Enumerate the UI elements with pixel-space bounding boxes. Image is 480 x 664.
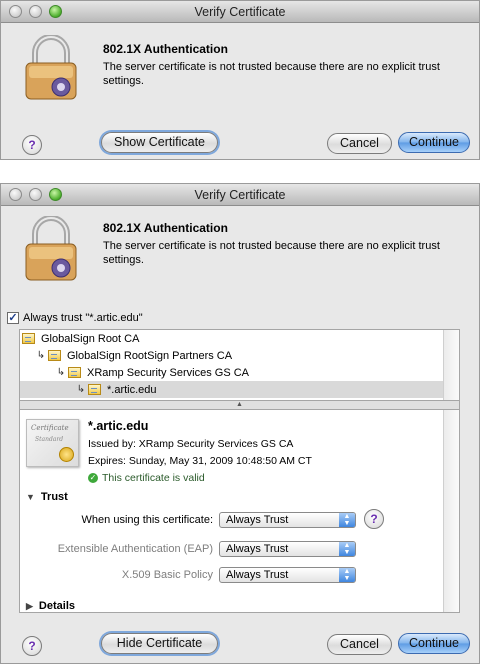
certificate-icon bbox=[68, 367, 81, 378]
certificate-detail-pane: Certificate Standard *.artic.edu Issued … bbox=[19, 409, 460, 613]
certificate-issuer: Issued by: XRamp Security Services GS CA bbox=[88, 438, 294, 450]
dialog-heading: 802.1X Authentication bbox=[103, 42, 228, 56]
x509-label: X.509 Basic Policy bbox=[121, 569, 213, 581]
cancel-button[interactable]: Cancel bbox=[327, 133, 392, 154]
certificate-icon bbox=[22, 333, 35, 344]
verify-certificate-dialog-collapsed: Verify Certificate 802.1X Authentication… bbox=[0, 0, 480, 160]
certificate-status: ✓ This certificate is valid bbox=[88, 472, 205, 484]
continue-button[interactable]: Continue bbox=[398, 633, 470, 654]
popup-arrows-icon: ▲ ▼ bbox=[339, 513, 355, 527]
certificate-icon bbox=[88, 384, 101, 395]
hierarchy-arrow-icon: ↳ bbox=[36, 350, 46, 361]
certificate-icon bbox=[48, 350, 61, 361]
disclosure-open-icon: ▼ bbox=[26, 492, 35, 502]
title-bar[interactable]: Verify Certificate bbox=[1, 1, 479, 23]
hierarchy-arrow-icon: ↳ bbox=[56, 367, 66, 378]
x509-value: Always Trust bbox=[226, 569, 289, 581]
when-using-popup[interactable]: Always Trust ▲ ▼ bbox=[219, 512, 356, 528]
details-section-label: Details bbox=[38, 600, 75, 612]
popup-arrows-icon: ▲ ▼ bbox=[339, 568, 355, 582]
verify-certificate-dialog-expanded: Verify Certificate 802.1X Authentication… bbox=[0, 183, 480, 664]
help-button[interactable]: ? bbox=[22, 135, 42, 155]
certificate-seal-icon bbox=[59, 447, 74, 462]
when-using-label: When using this certificate: bbox=[81, 514, 213, 526]
show-certificate-button[interactable]: Show Certificate bbox=[101, 132, 218, 153]
help-button[interactable]: ? bbox=[22, 636, 42, 656]
hierarchy-arrow-icon: ↳ bbox=[76, 384, 86, 395]
when-using-value: Always Trust bbox=[226, 514, 289, 526]
split-view-handle[interactable]: ▲ bbox=[19, 401, 460, 409]
certificate-icon-subtext: Standard bbox=[35, 436, 64, 443]
certificate-large-icon: Certificate Standard bbox=[26, 419, 79, 467]
details-disclosure[interactable]: ▶ Details bbox=[26, 600, 75, 612]
cancel-button[interactable]: Cancel bbox=[327, 634, 392, 655]
chain-item-xramp[interactable]: ↳ XRamp Security Services GS CA bbox=[20, 364, 459, 381]
certificate-name: *.artic.edu bbox=[88, 419, 149, 433]
trust-disclosure[interactable]: ▼ Trust bbox=[26, 491, 68, 503]
eap-label: Extensible Authentication (EAP) bbox=[57, 543, 213, 555]
lock-icon bbox=[25, 216, 77, 281]
dialog-message: The server certificate is not trusted be… bbox=[103, 240, 440, 266]
hide-certificate-button[interactable]: Hide Certificate bbox=[101, 633, 218, 654]
certificate-icon-text: Certificate bbox=[31, 424, 69, 432]
chain-item-label: GlobalSign Root CA bbox=[41, 332, 140, 345]
title-bar[interactable]: Verify Certificate bbox=[1, 184, 479, 206]
always-trust-label: Always trust "*.artic.edu" bbox=[23, 312, 143, 324]
x509-popup[interactable]: Always Trust ▲ ▼ bbox=[219, 567, 356, 583]
lock-icon bbox=[25, 35, 77, 100]
certificate-status-text: This certificate is valid bbox=[102, 472, 205, 484]
always-trust-checkbox[interactable]: ✓ bbox=[7, 312, 19, 324]
trust-help-button[interactable]: ? bbox=[364, 509, 384, 529]
certificate-chain-tree: GlobalSign Root CA ↳ GlobalSign RootSign… bbox=[19, 329, 460, 401]
window-title: Verify Certificate bbox=[194, 5, 286, 19]
detail-scrollbar[interactable] bbox=[443, 410, 459, 612]
chain-item-artic[interactable]: ↳ *.artic.edu bbox=[20, 381, 443, 398]
chain-scrollbar[interactable] bbox=[443, 330, 459, 400]
chain-item-label: *.artic.edu bbox=[107, 383, 157, 396]
chain-item-partners[interactable]: ↳ GlobalSign RootSign Partners CA bbox=[20, 347, 459, 364]
always-trust-row[interactable]: ✓ Always trust "*.artic.edu" bbox=[7, 312, 143, 324]
window-title: Verify Certificate bbox=[194, 188, 286, 202]
continue-button[interactable]: Continue bbox=[398, 132, 470, 153]
chain-item-label: XRamp Security Services GS CA bbox=[87, 366, 249, 379]
chain-item-label: GlobalSign RootSign Partners CA bbox=[67, 349, 233, 362]
valid-check-icon: ✓ bbox=[88, 473, 98, 483]
trust-section-label: Trust bbox=[40, 491, 68, 503]
chain-item-root[interactable]: GlobalSign Root CA bbox=[20, 330, 459, 347]
eap-popup[interactable]: Always Trust ▲ ▼ bbox=[219, 541, 356, 557]
certificate-expiry: Expires: Sunday, May 31, 2009 10:48:50 A… bbox=[88, 455, 312, 467]
disclosure-closed-icon: ▶ bbox=[26, 600, 33, 611]
dialog-message: The server certificate is not trusted be… bbox=[103, 61, 440, 87]
popup-arrows-icon: ▲ ▼ bbox=[339, 542, 355, 556]
eap-value: Always Trust bbox=[226, 543, 289, 555]
dialog-heading: 802.1X Authentication bbox=[103, 221, 228, 235]
